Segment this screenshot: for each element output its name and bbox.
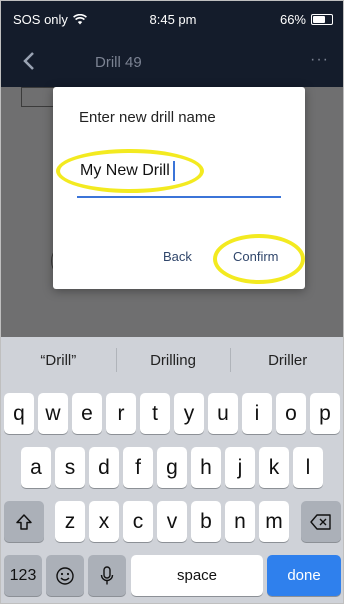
- drill-name-input[interactable]: [77, 155, 281, 187]
- key-u[interactable]: u: [208, 393, 238, 434]
- done-key[interactable]: done: [267, 555, 341, 596]
- key-a[interactable]: a: [21, 447, 51, 488]
- dialog-heading: Enter new drill name: [79, 109, 216, 126]
- back-chevron-icon[interactable]: [23, 51, 35, 77]
- shift-key[interactable]: [4, 501, 44, 542]
- numbers-key[interactable]: 123: [4, 555, 42, 596]
- key-c[interactable]: c: [123, 501, 153, 542]
- key-g[interactable]: g: [157, 447, 187, 488]
- key-r[interactable]: r: [106, 393, 136, 434]
- key-j[interactable]: j: [225, 447, 255, 488]
- suggestion-item[interactable]: “Drill”: [1, 352, 116, 369]
- key-o[interactable]: o: [276, 393, 306, 434]
- dictation-key[interactable]: [88, 555, 126, 596]
- key-l[interactable]: l: [293, 447, 323, 488]
- page-title: Drill 49: [95, 54, 142, 71]
- key-b[interactable]: b: [191, 501, 221, 542]
- key-h[interactable]: h: [191, 447, 221, 488]
- more-options-icon[interactable]: ···: [310, 51, 329, 69]
- key-s[interactable]: s: [55, 447, 85, 488]
- shift-arrow-icon: [16, 513, 32, 530]
- suggestion-bar: “Drill” Drilling Driller: [1, 337, 343, 383]
- microphone-icon: [100, 565, 114, 584]
- suggestion-item[interactable]: Driller: [230, 347, 343, 372]
- confirm-button[interactable]: Confirm: [233, 249, 279, 264]
- emoji-key[interactable]: [46, 555, 84, 596]
- key-z[interactable]: z: [55, 501, 85, 542]
- battery-percent: 66%: [279, 12, 306, 27]
- key-k[interactable]: k: [259, 447, 289, 488]
- backspace-key[interactable]: [301, 501, 341, 542]
- key-m[interactable]: m: [259, 501, 289, 542]
- emoji-icon: [56, 566, 74, 585]
- key-q[interactable]: q: [4, 393, 34, 434]
- suggestion-item[interactable]: Drilling: [115, 347, 231, 372]
- battery-icon: [311, 14, 333, 25]
- key-i[interactable]: i: [242, 393, 272, 434]
- rename-drill-dialog: Enter new drill name Back Confirm: [53, 87, 305, 289]
- space-key[interactable]: space: [131, 555, 263, 596]
- key-y[interactable]: y: [174, 393, 204, 434]
- app-header: Drill 49 ···: [1, 39, 343, 87]
- key-d[interactable]: d: [89, 447, 119, 488]
- key-p[interactable]: p: [310, 393, 340, 434]
- text-caret: [173, 161, 175, 181]
- key-e[interactable]: e: [72, 393, 102, 434]
- status-right: 66%: [280, 12, 333, 27]
- key-v[interactable]: v: [157, 501, 187, 542]
- key-f[interactable]: f: [123, 447, 153, 488]
- key-x[interactable]: x: [89, 501, 119, 542]
- on-screen-keyboard: “Drill” Drilling Driller q w e r t y u i…: [1, 337, 343, 603]
- status-bar: SOS only 8:45 pm 66%: [1, 1, 343, 39]
- backspace-icon: [310, 513, 331, 530]
- key-t[interactable]: t: [140, 393, 170, 434]
- key-w[interactable]: w: [38, 393, 68, 434]
- phone-screen: SOS only 8:45 pm 66% Drill 49 ··· Enter …: [0, 0, 344, 604]
- back-button[interactable]: Back: [163, 249, 192, 264]
- key-n[interactable]: n: [225, 501, 255, 542]
- input-underline: [77, 196, 281, 198]
- battery-fill: [313, 16, 325, 23]
